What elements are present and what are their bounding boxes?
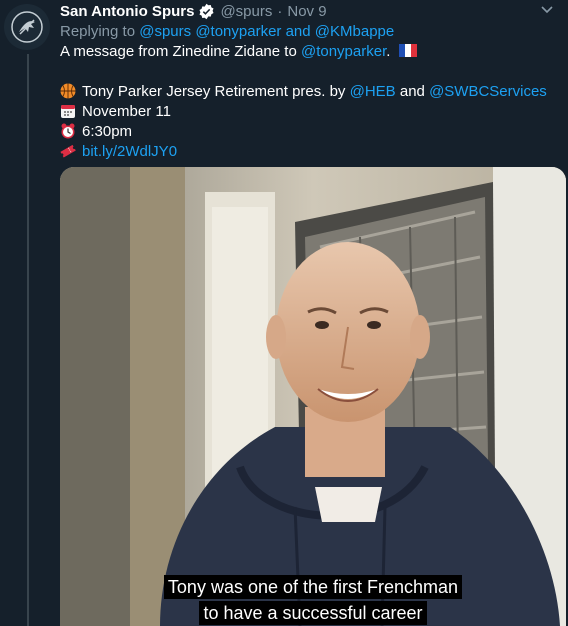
reply-and[interactable]: and [286, 23, 311, 40]
calendar-icon [61, 105, 75, 118]
tweet-content: San Antonio Spurs @spurs · Nov 9 Replyin… [60, 0, 560, 162]
video-player[interactable]: Tony was one of the first Frenchman to h… [60, 167, 566, 626]
alarm-clock-icon [61, 123, 75, 139]
message-period: . [386, 43, 391, 60]
spurs-logo-icon [11, 11, 43, 43]
subtitle-line-2: to have a successful career [60, 601, 566, 625]
ticket-link[interactable]: bit.ly/2WdlJY0 [82, 143, 177, 160]
subtitle-text: to have a successful career [199, 601, 427, 625]
subtitle-text: Tony was one of the first Frenchman [163, 575, 463, 599]
subtitle-line-1: Tony was one of the first Frenchman [60, 575, 566, 599]
video-frame-image [60, 167, 566, 626]
avatar[interactable] [4, 4, 50, 50]
chevron-down-icon[interactable] [540, 2, 554, 18]
tweet-date[interactable]: Nov 9 [287, 3, 326, 20]
ticket-icon [60, 144, 76, 158]
author-handle[interactable]: @spurs [220, 3, 272, 20]
author-name[interactable]: San Antonio Spurs [60, 3, 194, 20]
tweet-header: San Antonio Spurs @spurs · Nov 9 [60, 0, 560, 22]
tweet-line-date: November 11 [60, 102, 560, 122]
tweet-line-event: Tony Parker Jersey Retirement pres. by @… [60, 82, 560, 102]
reply-mention[interactable]: @KMbappe [315, 23, 394, 40]
event-text: Tony Parker Jersey Retirement pres. by [82, 83, 346, 100]
basketball-icon [60, 83, 76, 99]
sponsor-link-heb[interactable]: @HEB [350, 83, 396, 100]
replying-to: Replying to @spurs @tonyparker and @KMba… [60, 22, 560, 42]
replying-prefix: Replying to [60, 23, 136, 40]
event-and: and [399, 83, 425, 100]
time-text: 6:30pm [82, 123, 133, 140]
reply-mention[interactable]: @tonyparker [195, 23, 281, 40]
tweet-line-time: 6:30pm [60, 122, 560, 142]
flag-france-icon [398, 44, 417, 57]
date-text: November 11 [82, 103, 171, 120]
tweet-line-message: A message from Zinedine Zidane to @tonyp… [60, 42, 560, 62]
reply-mention[interactable]: @spurs [139, 23, 191, 40]
sponsor-link-swbc[interactable]: @SWBCServices [429, 83, 547, 100]
tweet-line-link: bit.ly/2WdlJY0 [60, 142, 560, 162]
separator-dot: · [277, 2, 283, 20]
message-text: A message from Zinedine Zidane to [60, 43, 297, 60]
mention-link[interactable]: @tonyparker [301, 43, 386, 60]
thread-line [27, 54, 29, 626]
verified-badge-icon [198, 3, 215, 20]
